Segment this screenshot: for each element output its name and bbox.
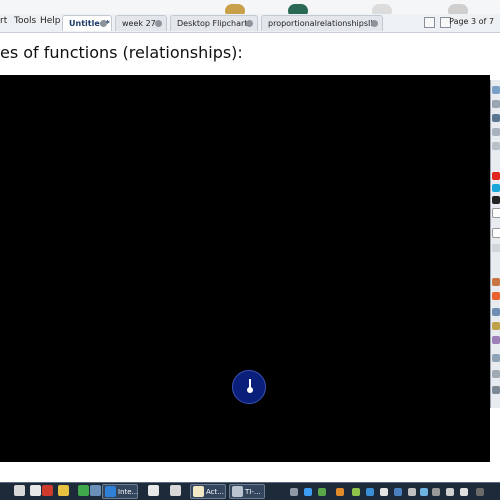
- generic-app-icon[interactable]: [170, 485, 181, 496]
- taskbar-label: Inte...: [118, 488, 139, 496]
- folder-icon[interactable]: [30, 485, 41, 496]
- tray-icon[interactable]: [318, 488, 326, 496]
- highlighter-icon[interactable]: [492, 278, 500, 286]
- activinspire-icon: [193, 486, 204, 497]
- top-strip: [0, 0, 500, 15]
- canvas-margin: [0, 462, 500, 482]
- tray-icon[interactable]: [366, 488, 374, 496]
- clock-pin: [247, 387, 253, 393]
- taskbar-activinspire[interactable]: Act...: [190, 484, 226, 499]
- tray-icon[interactable]: [476, 488, 484, 496]
- close-icon[interactable]: [371, 20, 378, 27]
- tray-icon[interactable]: [290, 488, 298, 496]
- media-player-icon[interactable]: [58, 485, 69, 496]
- ie-icon: [105, 486, 116, 497]
- camera-icon[interactable]: [492, 292, 500, 300]
- tray-icon[interactable]: [432, 488, 440, 496]
- spotlight-icon[interactable]: [492, 336, 500, 344]
- tab-week-27a[interactable]: week 27a: [115, 15, 167, 31]
- connector-icon[interactable]: [492, 308, 500, 316]
- excel-icon[interactable]: [78, 485, 89, 496]
- tab-label: Desktop Flipchart*: [177, 19, 252, 28]
- undo-icon[interactable]: [492, 386, 500, 394]
- page-indicator: Page 3 of 7: [449, 17, 494, 26]
- menu-help[interactable]: Help: [40, 16, 61, 26]
- windows-taskbar: Inte... Act... TI-...: [0, 482, 500, 500]
- taskbar-internet-explorer[interactable]: Inte...: [102, 484, 138, 499]
- tray-icon[interactable]: [408, 488, 416, 496]
- tab-untitled[interactable]: Untitled*: [62, 15, 112, 31]
- signal-icon[interactable]: [352, 488, 360, 496]
- network-icon[interactable]: [446, 488, 454, 496]
- tray-icon[interactable]: [394, 488, 402, 496]
- tab-label: proportionalrelationshipsII*: [268, 19, 377, 28]
- tray-icon[interactable]: [380, 488, 388, 496]
- taskbar-label: Act...: [206, 488, 224, 496]
- close-icon[interactable]: [155, 20, 162, 27]
- tray-icon[interactable]: [420, 488, 428, 496]
- menu-insert[interactable]: rt: [0, 16, 7, 26]
- generic-app-icon[interactable]: [148, 485, 159, 496]
- eraser-tool-icon[interactable]: [492, 114, 500, 122]
- taskbar-ti-smartview[interactable]: TI-...: [229, 484, 265, 499]
- color-black-icon[interactable]: [492, 196, 500, 204]
- color-cyan-icon[interactable]: [492, 184, 500, 192]
- page-sorter-icon[interactable]: [424, 17, 435, 28]
- side-toolbar: [490, 80, 500, 408]
- adobe-icon[interactable]: [42, 485, 53, 496]
- explorer-icon[interactable]: [14, 485, 25, 496]
- line-width-icon[interactable]: [492, 228, 500, 238]
- tray-icon[interactable]: [336, 488, 344, 496]
- flipchart-header: es of functions (relationships):: [0, 33, 500, 75]
- shape-tool-icon[interactable]: [492, 128, 500, 136]
- flipchart-canvas[interactable]: [0, 75, 490, 462]
- menu-tools[interactable]: Tools: [14, 16, 36, 26]
- menu-tab-bar: rt Tools Help Untitled* week 27a Desktop…: [0, 14, 500, 33]
- taskbar-label: TI-...: [245, 488, 261, 496]
- tray-icon[interactable]: [304, 488, 312, 496]
- fill-tool-icon[interactable]: [492, 244, 500, 252]
- tools-menu-icon[interactable]: [492, 370, 500, 378]
- revealer-icon[interactable]: [492, 354, 500, 362]
- close-icon[interactable]: [246, 20, 253, 27]
- close-icon[interactable]: [100, 20, 107, 27]
- clock-icon[interactable]: [232, 370, 266, 404]
- tab-proportional-relationships[interactable]: proportionalrelationshipsII*: [261, 15, 383, 31]
- tab-desktop-flipchart[interactable]: Desktop Flipchart*: [170, 15, 258, 31]
- color-white-icon[interactable]: [492, 208, 500, 218]
- pen-tool-icon[interactable]: [492, 86, 500, 94]
- text-tool-icon[interactable]: [492, 142, 500, 150]
- select-tool-icon[interactable]: [492, 100, 500, 108]
- volume-icon[interactable]: [460, 488, 468, 496]
- page-title: es of functions (relationships):: [0, 43, 243, 62]
- skype-icon[interactable]: [90, 485, 101, 496]
- magic-ink-icon[interactable]: [492, 322, 500, 330]
- color-red-icon[interactable]: [492, 172, 500, 180]
- ti-icon: [232, 486, 243, 497]
